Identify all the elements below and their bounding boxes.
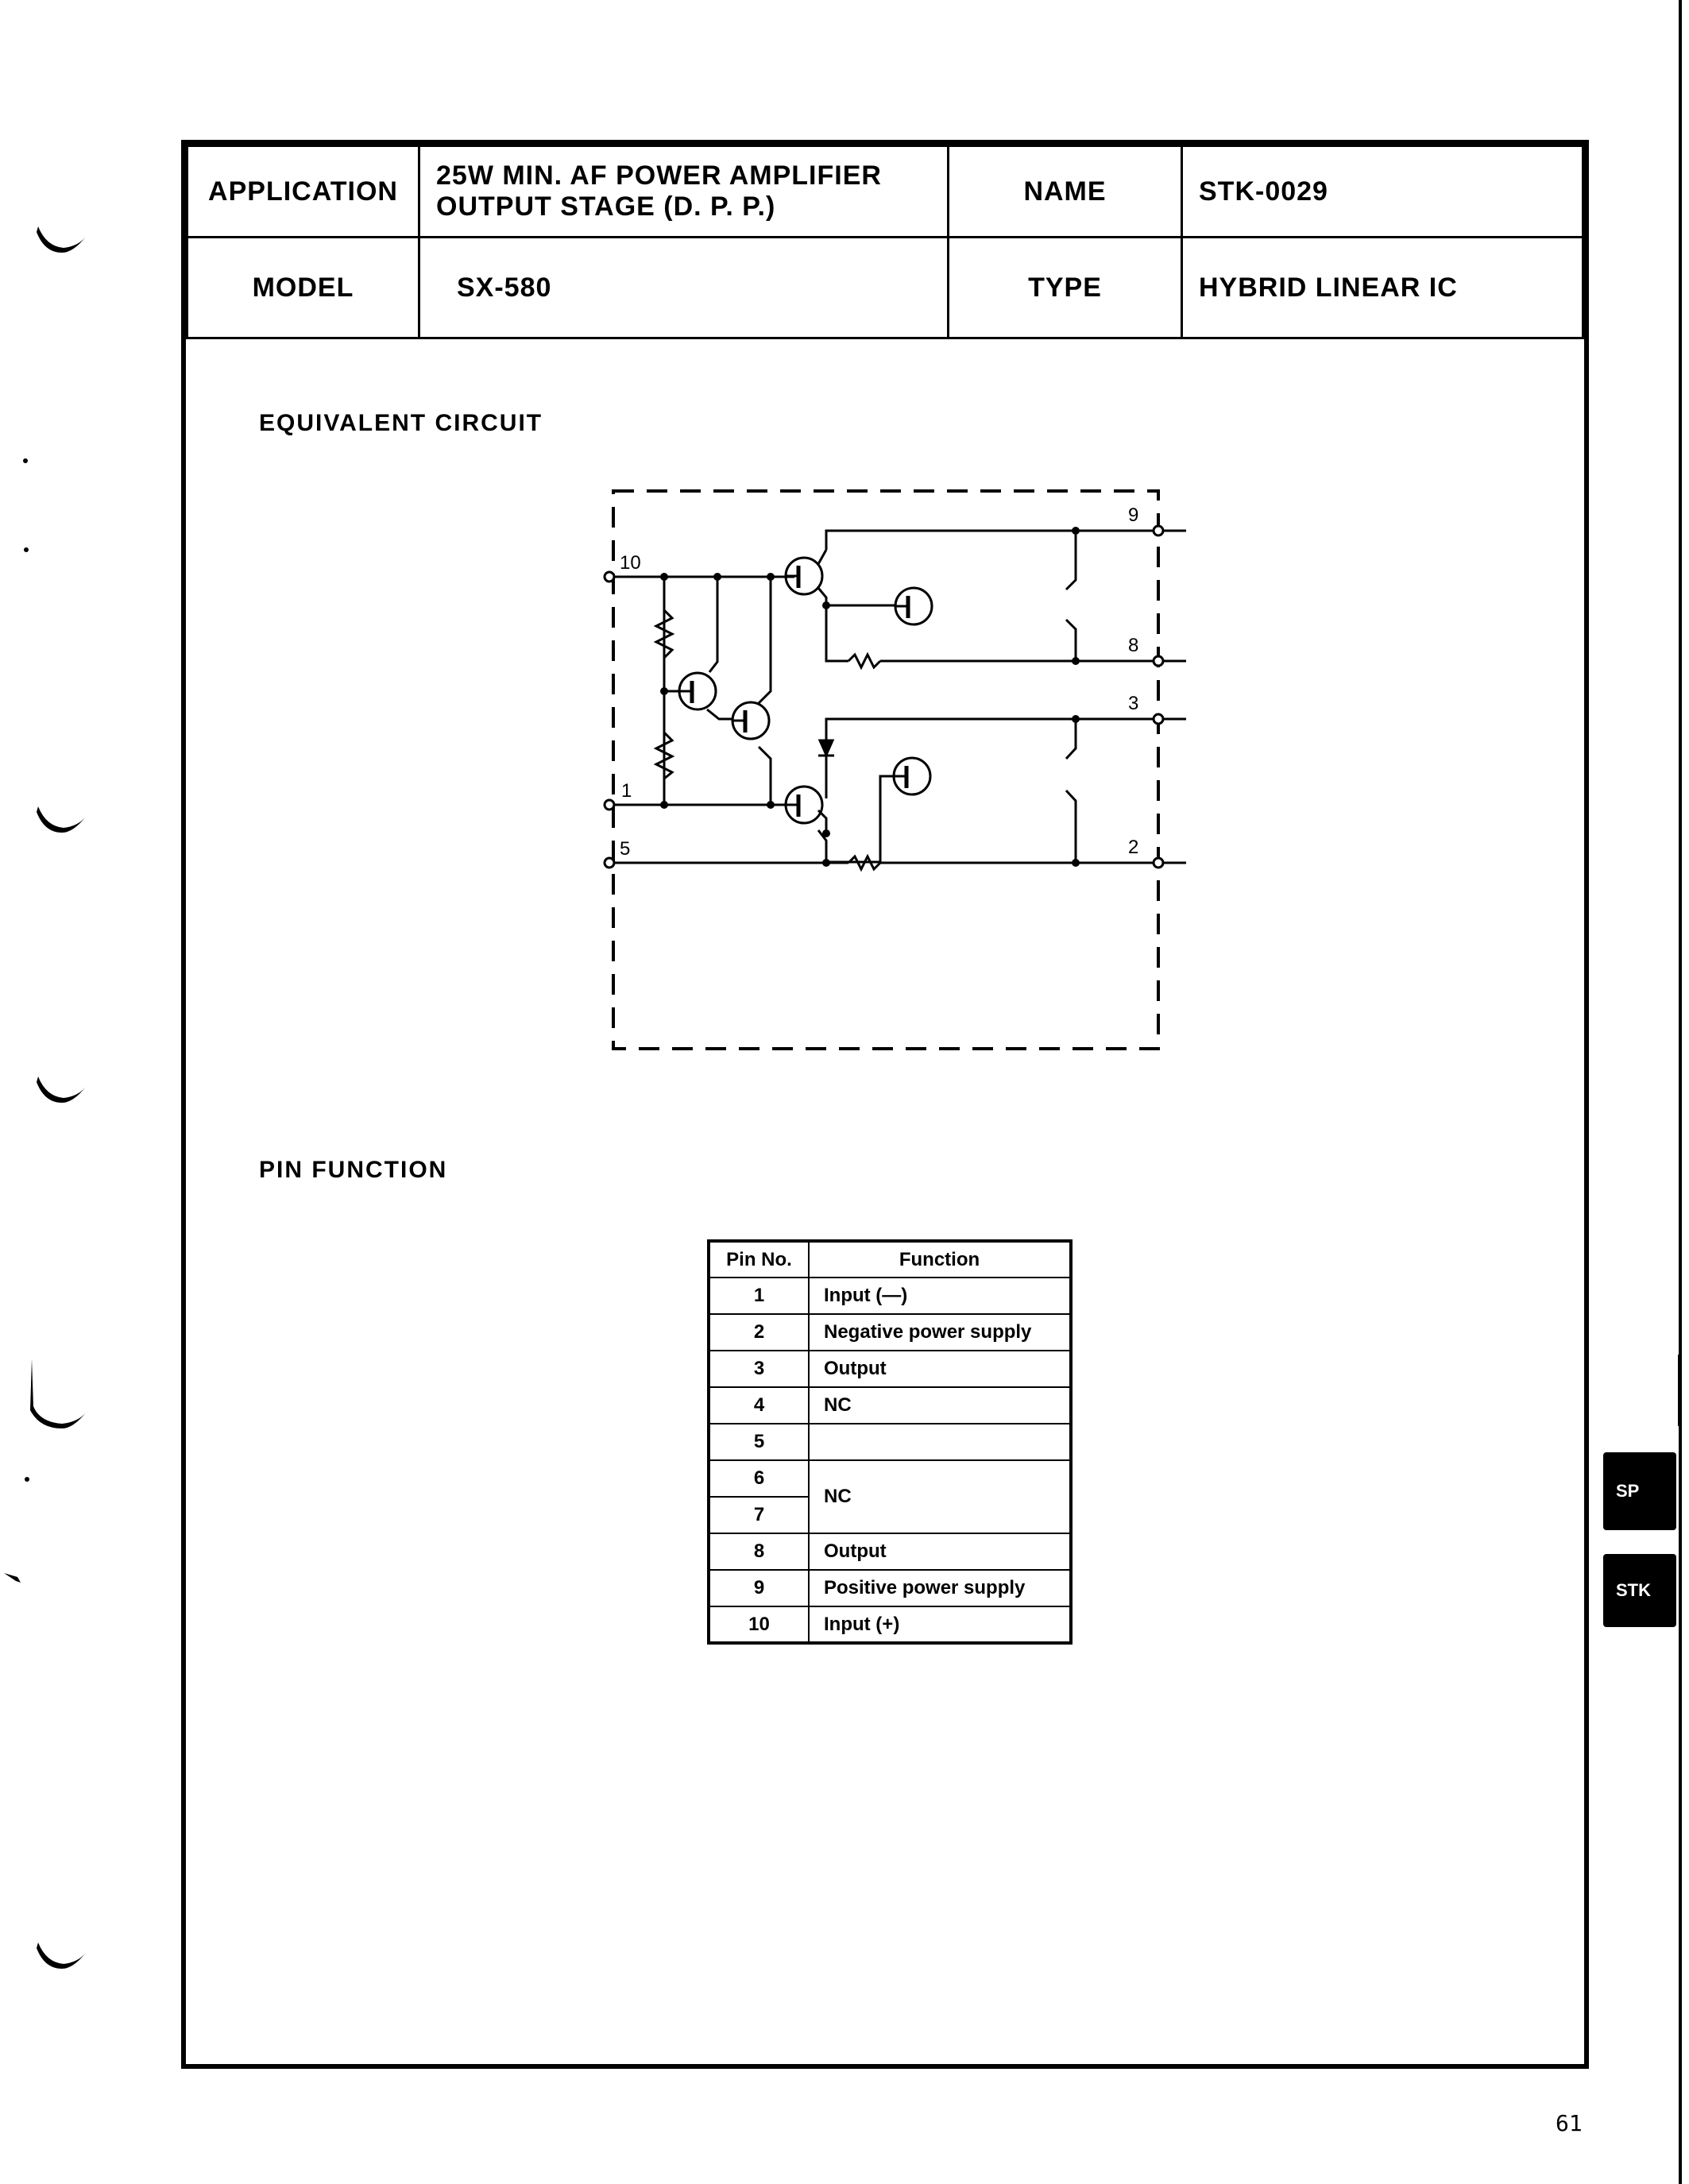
transistor-q5 — [784, 785, 824, 825]
pin-function: NC — [808, 1386, 1072, 1424]
terminal-9 — [1152, 524, 1165, 537]
column-header-pin: Pin No. — [708, 1240, 810, 1278]
pin-function-table: Pin No. Function 1 Input (—) 2 Negative po… — [707, 1239, 1073, 1645]
transistor-q6 — [892, 756, 932, 796]
wires — [609, 529, 1186, 864]
pin-number: 4 — [708, 1386, 810, 1424]
transistor-q3 — [678, 671, 717, 711]
pin-number: 5 — [708, 1423, 810, 1461]
resistor-r3 — [847, 651, 882, 671]
table-row: 3 Output — [708, 1350, 1072, 1388]
table-row: 6 NC — [708, 1459, 1072, 1534]
binder-mark — [30, 1359, 86, 1428]
pin-number: 9 — [708, 1569, 810, 1607]
table-row: 2 Negative power supply — [708, 1313, 1072, 1351]
transistor-q1 — [784, 556, 824, 596]
pin-label-1: 1 — [621, 780, 632, 802]
pin-function: NC — [808, 1459, 1072, 1534]
pin-function: Input (+) — [808, 1606, 1072, 1644]
pin-function: Output — [808, 1350, 1072, 1388]
binder-mark — [37, 1942, 86, 1969]
page-edge-mark — [1678, 1355, 1681, 1426]
pin-label-9: 9 — [1128, 504, 1138, 526]
equivalent-circuit-diagram: 10 1 5 9 8 3 2 — [603, 489, 1186, 1050]
page-number: 61 — [1556, 2110, 1583, 2136]
pin-function: Negative power supply — [808, 1313, 1072, 1351]
pin-number: 6 — [708, 1459, 810, 1498]
terminal-2 — [1152, 856, 1165, 869]
pin-number: 1 — [708, 1277, 810, 1315]
pin-function: Input (—) — [808, 1277, 1072, 1315]
terminal-1 — [603, 798, 616, 811]
table-row: 10 Input (+) — [708, 1606, 1072, 1644]
pin-label-2: 2 — [1128, 837, 1138, 858]
transistor-q2 — [894, 586, 933, 626]
pin-number: 8 — [708, 1533, 810, 1571]
diode — [817, 739, 835, 775]
table-row: 1 Input (—) — [708, 1277, 1072, 1315]
pin-function-title: PIN FUNCTION — [259, 1157, 448, 1183]
pin-function — [808, 1423, 1072, 1461]
pin-function: Output — [808, 1533, 1072, 1571]
side-tab-stk[interactable]: STK — [1603, 1554, 1676, 1627]
column-header-function: Function — [808, 1240, 1072, 1278]
table-row: 9 Positive power supply — [708, 1569, 1072, 1607]
transistor-q4 — [731, 701, 771, 740]
terminal-5 — [603, 856, 616, 869]
pin-label-10: 10 — [620, 552, 641, 574]
table-row: 8 Output — [708, 1533, 1072, 1571]
table-row: 4 NC — [708, 1386, 1072, 1424]
side-tab-sp[interactable]: SP — [1603, 1452, 1676, 1530]
table-row: 5 — [708, 1423, 1072, 1461]
pin-number: 2 — [708, 1313, 810, 1351]
pin-label-5: 5 — [620, 838, 630, 860]
pin-label-3: 3 — [1128, 693, 1138, 714]
speck — [25, 1477, 29, 1482]
terminal-10 — [603, 570, 616, 583]
pin-number: 10 — [708, 1606, 810, 1644]
pin-label-8: 8 — [1128, 635, 1138, 656]
speck — [4, 1573, 21, 1583]
terminal-8 — [1152, 655, 1165, 667]
pin-function: Positive power supply — [808, 1569, 1072, 1607]
pin-number: 3 — [708, 1350, 810, 1388]
terminal-3 — [1152, 713, 1165, 725]
pin-number: 7 — [708, 1496, 810, 1534]
table-header-row: Pin No. Function — [708, 1240, 1072, 1278]
